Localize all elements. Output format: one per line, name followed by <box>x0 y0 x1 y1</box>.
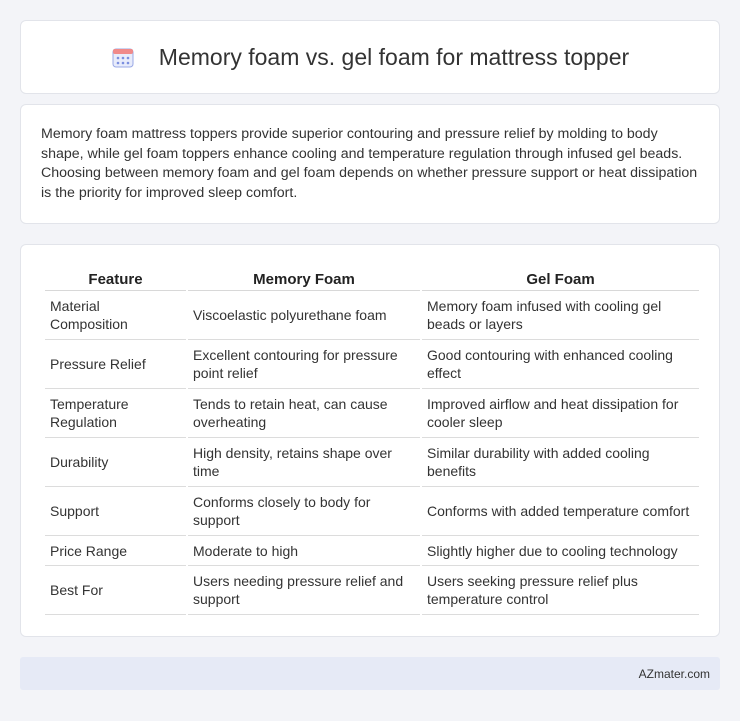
feature-cell: Support <box>45 487 186 536</box>
memory-foam-cell: Viscoelastic polyurethane foam <box>188 291 420 340</box>
table-row: Pressure Relief Excellent contouring for… <box>45 340 699 389</box>
calendar-icon <box>112 48 134 68</box>
table-row: Material Composition Viscoelastic polyur… <box>45 291 699 340</box>
table-row: Support Conforms closely to body for sup… <box>45 487 699 536</box>
gel-foam-cell: Good contouring with enhanced cooling ef… <box>422 340 699 389</box>
table-header-row: Feature Memory Foam Gel Foam <box>45 263 699 291</box>
table-row: Temperature Regulation Tends to retain h… <box>45 389 699 438</box>
feature-cell: Pressure Relief <box>45 340 186 389</box>
memory-foam-cell: Tends to retain heat, can cause overheat… <box>188 389 420 438</box>
feature-cell: Best For <box>45 566 186 615</box>
gel-foam-cell: Slightly higher due to cooling technolog… <box>422 536 699 566</box>
gel-foam-cell: Improved airflow and heat dissipation fo… <box>422 389 699 438</box>
feature-cell: Price Range <box>45 536 186 566</box>
header-memory-foam: Memory Foam <box>188 263 420 291</box>
memory-foam-cell: Users needing pressure relief and suppor… <box>188 566 420 615</box>
memory-foam-cell: Moderate to high <box>188 536 420 566</box>
page-title: Memory foam vs. gel foam for mattress to… <box>158 43 630 70</box>
gel-foam-cell: Memory foam infused with cooling gel bea… <box>422 291 699 340</box>
gel-foam-cell: Conforms with added temperature comfort <box>422 487 699 536</box>
summary-card: Memory foam mattress toppers provide sup… <box>20 104 720 224</box>
table-row: Durability High density, retains shape o… <box>45 438 699 487</box>
comparison-table: Feature Memory Foam Gel Foam Material Co… <box>43 263 701 615</box>
footer: AZmater.com <box>20 657 720 690</box>
header-gel-foam: Gel Foam <box>422 263 699 291</box>
gel-foam-cell: Users seeking pressure relief plus tempe… <box>422 566 699 615</box>
memory-foam-cell: Excellent contouring for pressure point … <box>188 340 420 389</box>
table-row: Price Range Moderate to high Slightly hi… <box>45 536 699 566</box>
gel-foam-cell: Similar durability with added cooling be… <box>422 438 699 487</box>
summary-text: Memory foam mattress toppers provide sup… <box>41 126 698 201</box>
table-row: Best For Users needing pressure relief a… <box>45 566 699 615</box>
memory-foam-cell: High density, retains shape over time <box>188 438 420 487</box>
header-feature: Feature <box>45 263 186 291</box>
title-card: Memory foam vs. gel foam for mattress to… <box>20 20 720 94</box>
memory-foam-cell: Conforms closely to body for support <box>188 487 420 536</box>
feature-cell: Temperature Regulation <box>45 389 186 438</box>
feature-cell: Durability <box>45 438 186 487</box>
footer-source: AZmater.com <box>638 666 710 681</box>
comparison-card: Feature Memory Foam Gel Foam Material Co… <box>20 244 720 637</box>
feature-cell: Material Composition <box>45 291 186 340</box>
